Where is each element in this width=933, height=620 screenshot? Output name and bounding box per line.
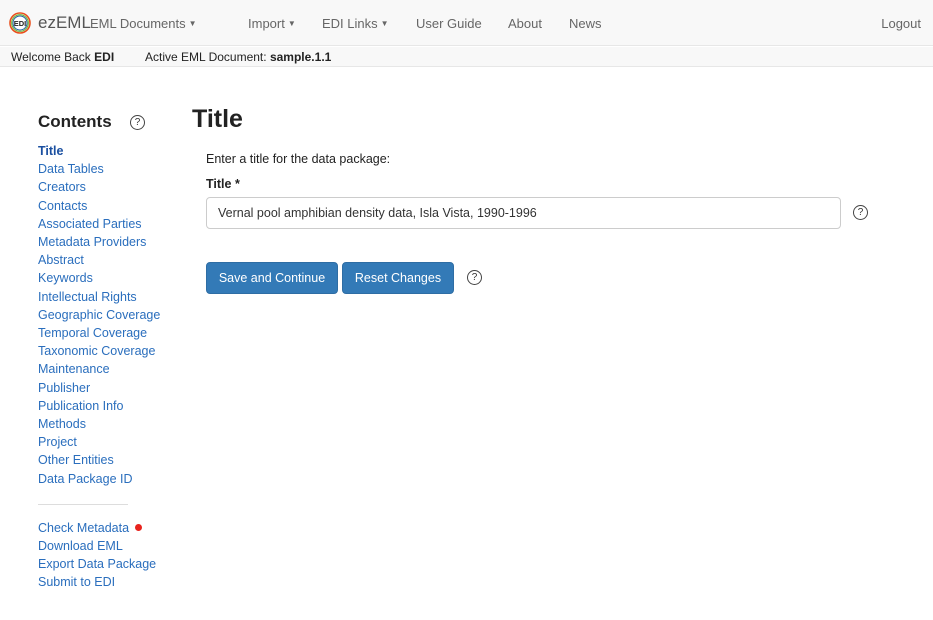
- sidebar-item-title[interactable]: Title: [38, 142, 178, 160]
- sidebar-item-project[interactable]: Project: [38, 433, 178, 451]
- active-document-prefix: Active EML Document:: [145, 50, 267, 64]
- nav-user-guide[interactable]: User Guide: [416, 16, 482, 31]
- active-document-name: sample.1.1: [269, 50, 332, 64]
- sidebar-item-submit-to-edi[interactable]: Submit to EDI: [38, 573, 178, 591]
- sidebar-item-publisher[interactable]: Publisher: [38, 379, 178, 397]
- user-name: EDI: [94, 50, 115, 64]
- welcome-message: Welcome Back EDI: [11, 50, 114, 64]
- question-circle-icon[interactable]: ?: [853, 205, 868, 220]
- sidebar-item-maintenance[interactable]: Maintenance: [38, 360, 178, 378]
- brand-name[interactable]: ezEML: [38, 13, 91, 33]
- caret-down-icon: ▼: [287, 19, 296, 28]
- sidebar-item-export-data-package[interactable]: Export Data Package: [38, 555, 178, 573]
- save-and-continue-button[interactable]: Save and Continue: [206, 262, 338, 294]
- title-field-label: Title *: [206, 177, 240, 191]
- welcome-prefix: Welcome Back: [11, 50, 91, 64]
- sidebar-item-data-tables[interactable]: Data Tables: [38, 160, 178, 178]
- status-subbar: Welcome Back EDI Active EML Document: sa…: [0, 47, 933, 67]
- sidebar-item-associated-parties[interactable]: Associated Parties: [38, 215, 178, 233]
- page-title: Title: [192, 105, 243, 133]
- sidebar-item-abstract[interactable]: Abstract: [38, 251, 178, 269]
- contents-sidebar: Contents ? Title Data Tables Creators Co…: [38, 112, 178, 592]
- contents-heading: Contents ?: [38, 112, 178, 142]
- caret-down-icon: ▼: [188, 19, 197, 28]
- check-metadata-label: Check Metadata: [38, 520, 130, 535]
- logo-text: EDI: [14, 19, 27, 28]
- nav-import[interactable]: Import ▼: [248, 16, 296, 31]
- sidebar-item-other-entities[interactable]: Other Entities: [38, 451, 178, 469]
- sidebar-item-taxonomic-coverage[interactable]: Taxonomic Coverage: [38, 342, 178, 360]
- nav-edi-links-label: EDI Links: [322, 16, 378, 31]
- sidebar-item-methods[interactable]: Methods: [38, 415, 178, 433]
- sidebar-actions-list: Check Metadata Download EML Export Data …: [38, 519, 178, 592]
- sidebar-item-data-package-id[interactable]: Data Package ID: [38, 470, 178, 488]
- red-dot-icon: [135, 523, 143, 531]
- sidebar-item-intellectual-rights[interactable]: Intellectual Rights: [38, 288, 178, 306]
- sidebar-item-creators[interactable]: Creators: [38, 178, 178, 196]
- sidebar-item-keywords[interactable]: Keywords: [38, 269, 178, 287]
- reset-changes-button[interactable]: Reset Changes: [342, 262, 454, 294]
- sidebar-divider: [38, 503, 128, 505]
- caret-down-icon: ▼: [380, 19, 389, 28]
- sidebar-item-check-metadata[interactable]: Check Metadata: [38, 519, 178, 537]
- question-circle-icon[interactable]: ?: [467, 270, 482, 285]
- active-document: Active EML Document: sample.1.1: [145, 50, 331, 64]
- title-instructions: Enter a title for the data package:: [206, 152, 391, 166]
- nav-about[interactable]: About: [508, 16, 542, 31]
- nav-import-label: Import: [248, 16, 285, 31]
- edi-logo-icon[interactable]: EDI: [9, 12, 31, 34]
- contents-title: Contents: [38, 112, 112, 131]
- top-navbar: EDI ezEML EML Documents ▼ Import ▼ EDI Lin…: [0, 0, 933, 46]
- nav-eml-documents-label: EML Documents: [90, 16, 186, 31]
- contents-nav-list: Title Data Tables Creators Contacts Asso…: [38, 142, 178, 488]
- nav-edi-links[interactable]: EDI Links ▼: [322, 16, 389, 31]
- nav-eml-documents[interactable]: EML Documents ▼: [90, 16, 197, 31]
- question-circle-icon[interactable]: ?: [130, 115, 145, 130]
- sidebar-item-contacts[interactable]: Contacts: [38, 197, 178, 215]
- nav-news[interactable]: News: [569, 16, 602, 31]
- logout-link[interactable]: Logout: [881, 16, 921, 31]
- sidebar-item-download-eml[interactable]: Download EML: [38, 537, 178, 555]
- sidebar-item-temporal-coverage[interactable]: Temporal Coverage: [38, 324, 178, 342]
- sidebar-item-geographic-coverage[interactable]: Geographic Coverage: [38, 306, 178, 324]
- title-input[interactable]: [206, 197, 841, 229]
- sidebar-item-metadata-providers[interactable]: Metadata Providers: [38, 233, 178, 251]
- sidebar-item-publication-info[interactable]: Publication Info: [38, 397, 178, 415]
